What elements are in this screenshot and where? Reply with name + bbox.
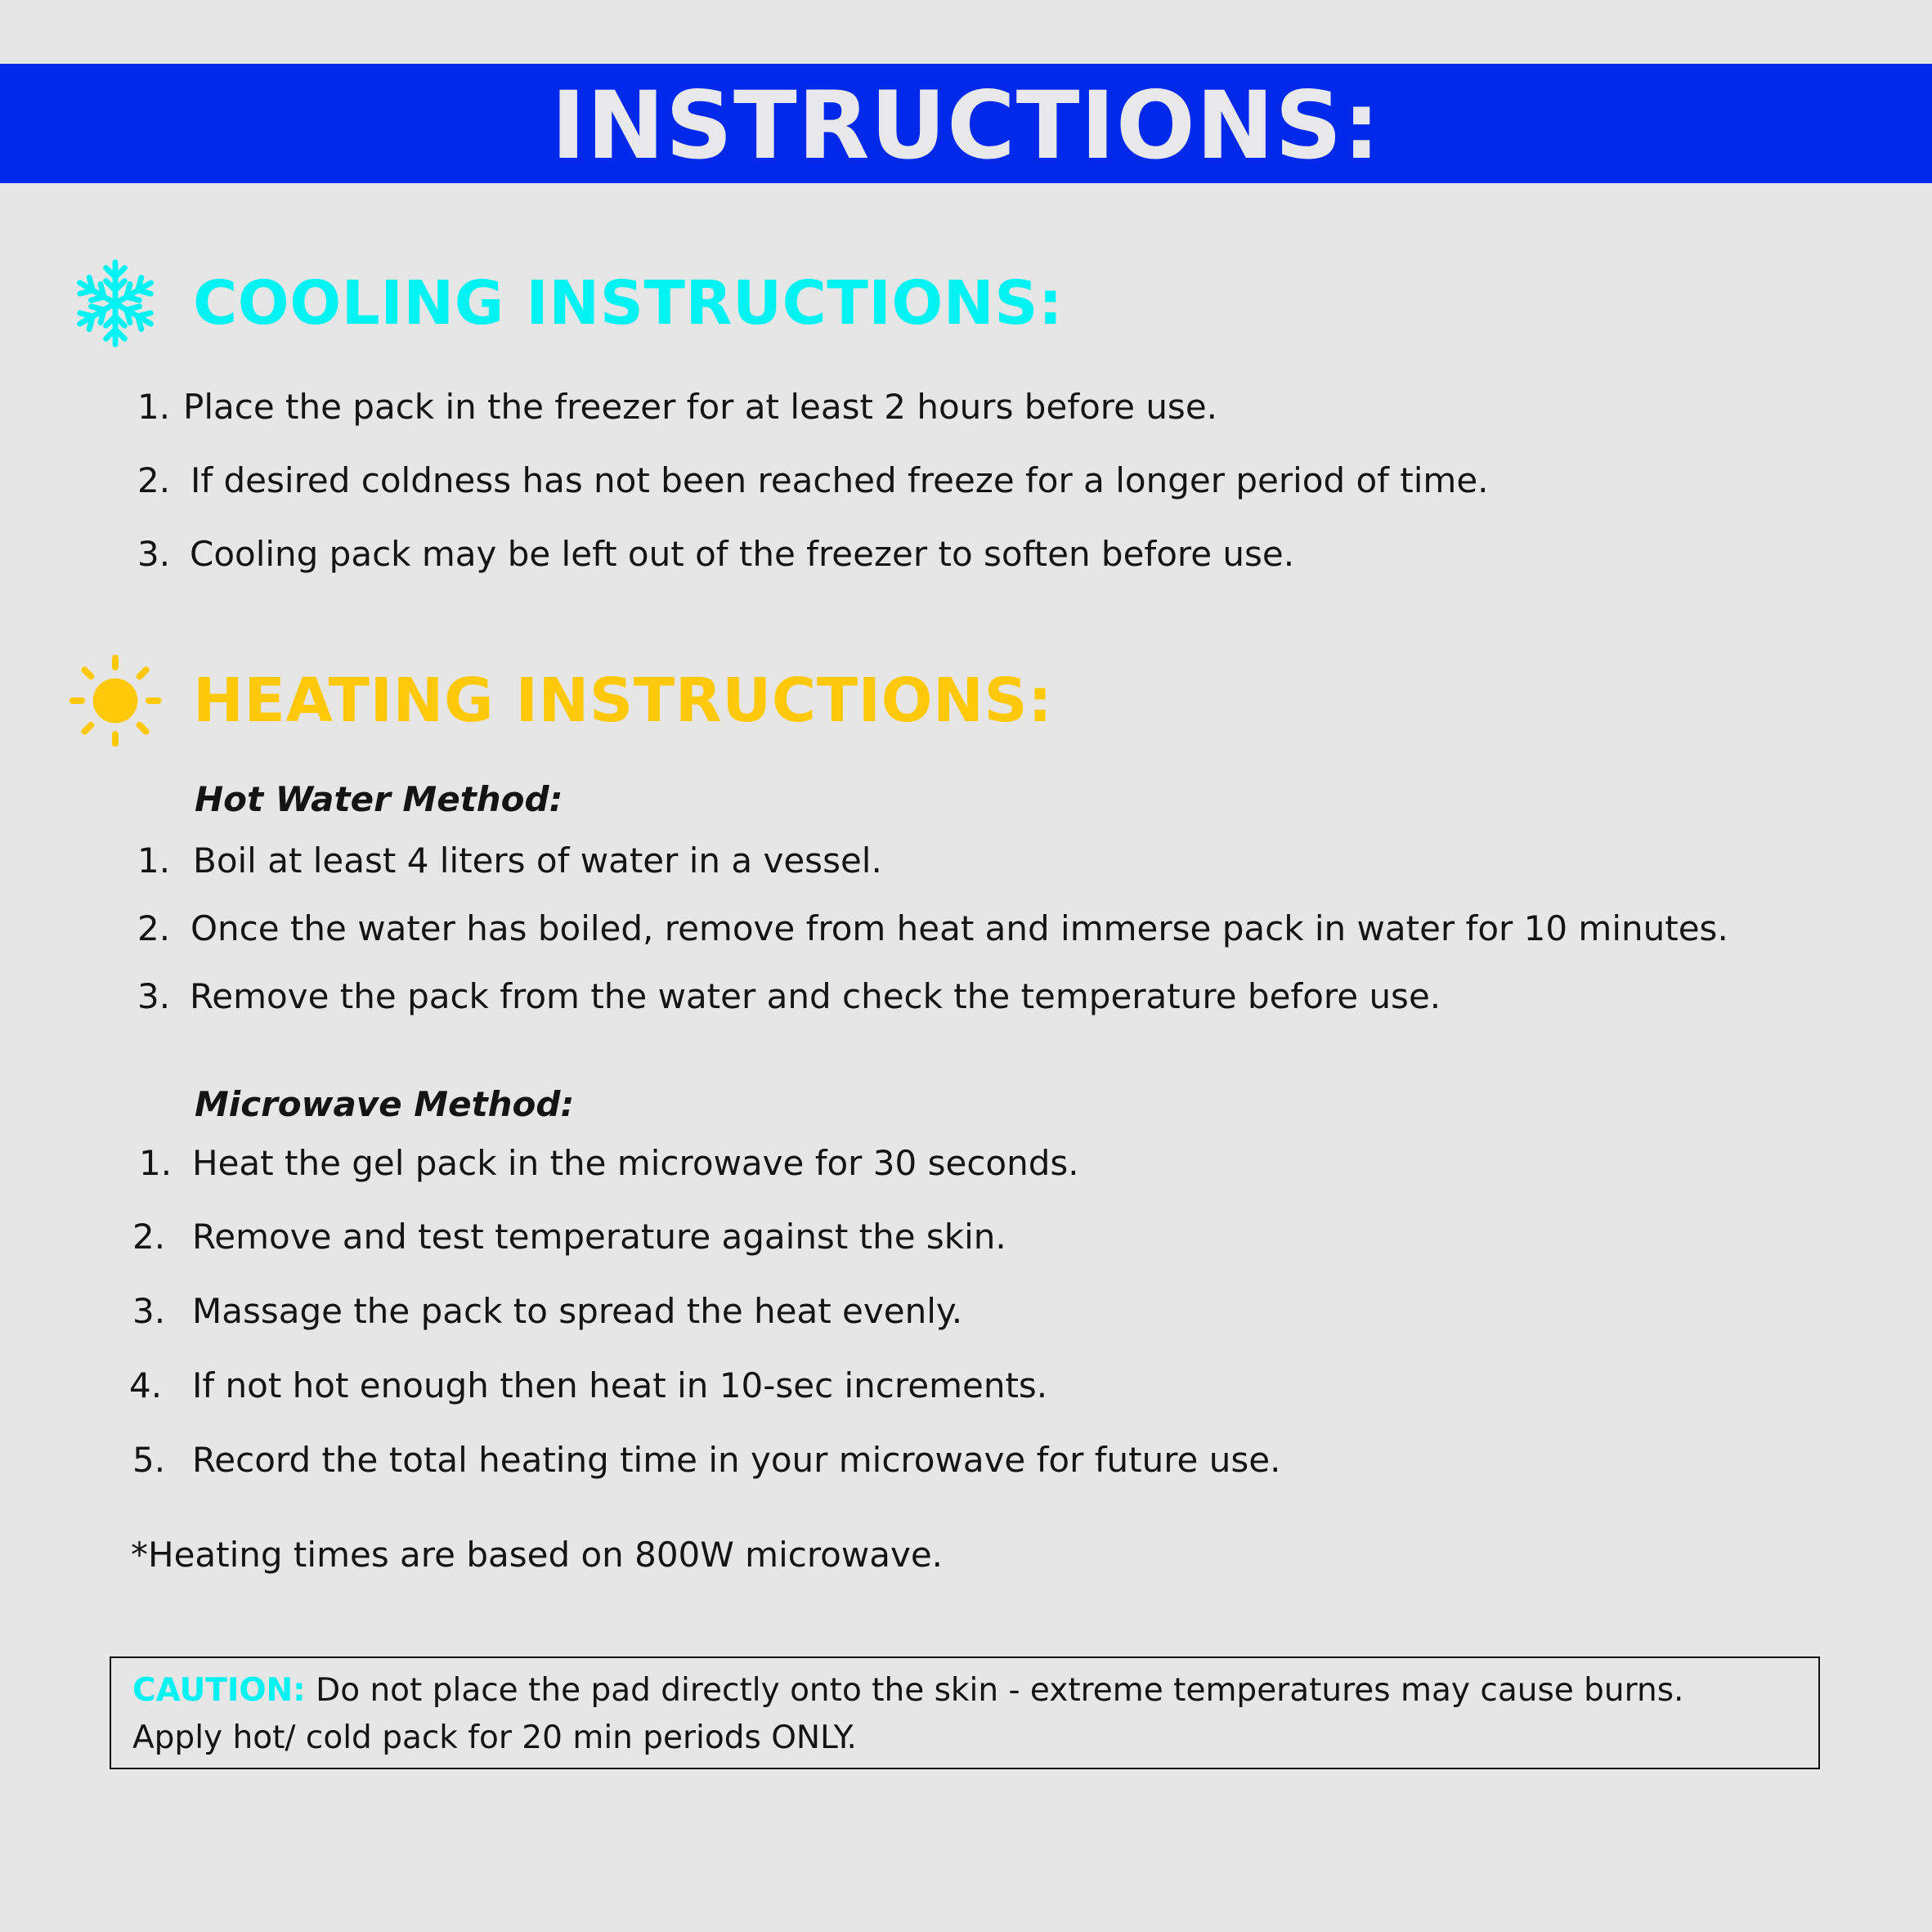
hot-water-method-label: Hot Water Method: (195, 779, 563, 819)
microwave-method-label: Microwave Method: (195, 1084, 575, 1124)
hot-water-step-2-text: Once the water has boiled, remove from h… (191, 908, 1728, 948)
cooling-step-3-number: 3. (137, 534, 171, 574)
caution-line-1: CAUTION: Do not place the pad directly o… (132, 1674, 1683, 1706)
hot-water-step-2-number: 2. (137, 908, 171, 948)
cooling-title: COOLING INSTRUCTIONS: (193, 268, 1064, 338)
heating-section-header: HEATING INSTRUCTIONS: (69, 654, 1052, 747)
cooling-section-header: COOLING INSTRUCTIONS: (69, 257, 1063, 350)
microwave-step-5-text: Record the total heating time in your mi… (192, 1440, 1281, 1480)
title-banner: INSTRUCTIONS: (0, 64, 1932, 183)
hot-water-step-3-text: Remove the pack from the water and check… (190, 976, 1441, 1016)
microwave-step-1-number: 1. (139, 1143, 173, 1183)
microwave-step-3-number: 3. (132, 1291, 166, 1331)
caution-line-2: Apply hot/ cold pack for 20 min periods … (132, 1719, 857, 1756)
caution-label: CAUTION: (132, 1672, 306, 1709)
snowflake-icon (69, 259, 162, 350)
hot-water-step-1-number: 1. (137, 840, 171, 881)
hot-water-step-1-text: Boil at least 4 liters of water in a ves… (193, 840, 882, 881)
page-title: INSTRUCTIONS: (551, 71, 1381, 180)
microwave-step-1-text: Heat the gel pack in the microwave for 3… (192, 1143, 1079, 1183)
heating-footnote: *Heating times are based on 800W microwa… (131, 1535, 944, 1575)
cooling-step-3-text: Cooling pack may be left out of the free… (190, 534, 1295, 574)
cooling-step-1-text: Place the pack in the freezer for at lea… (183, 387, 1218, 427)
hot-water-step-3-number: 3. (137, 976, 171, 1016)
microwave-step-2-text: Remove and test temperature against the … (192, 1217, 1006, 1257)
cooling-step-1-number: 1. (137, 387, 171, 427)
microwave-step-3-text: Massage the pack to spread the heat even… (192, 1291, 963, 1331)
sun-icon (69, 654, 162, 747)
caution-text-1: Do not place the pad directly onto the s… (305, 1672, 1684, 1709)
microwave-step-5-number: 5. (132, 1440, 166, 1480)
heating-title: HEATING INSTRUCTIONS: (193, 666, 1053, 736)
caution-box: CAUTION: Do not place the pad directly o… (110, 1656, 1820, 1769)
microwave-step-2-number: 2. (132, 1217, 166, 1257)
cooling-step-2-number: 2. (137, 460, 171, 500)
microwave-step-4-text: If not hot enough then heat in 10-sec in… (192, 1365, 1048, 1405)
cooling-step-2-text: If desired coldness has not been reached… (191, 460, 1489, 500)
microwave-step-4-number: 4. (129, 1365, 163, 1405)
